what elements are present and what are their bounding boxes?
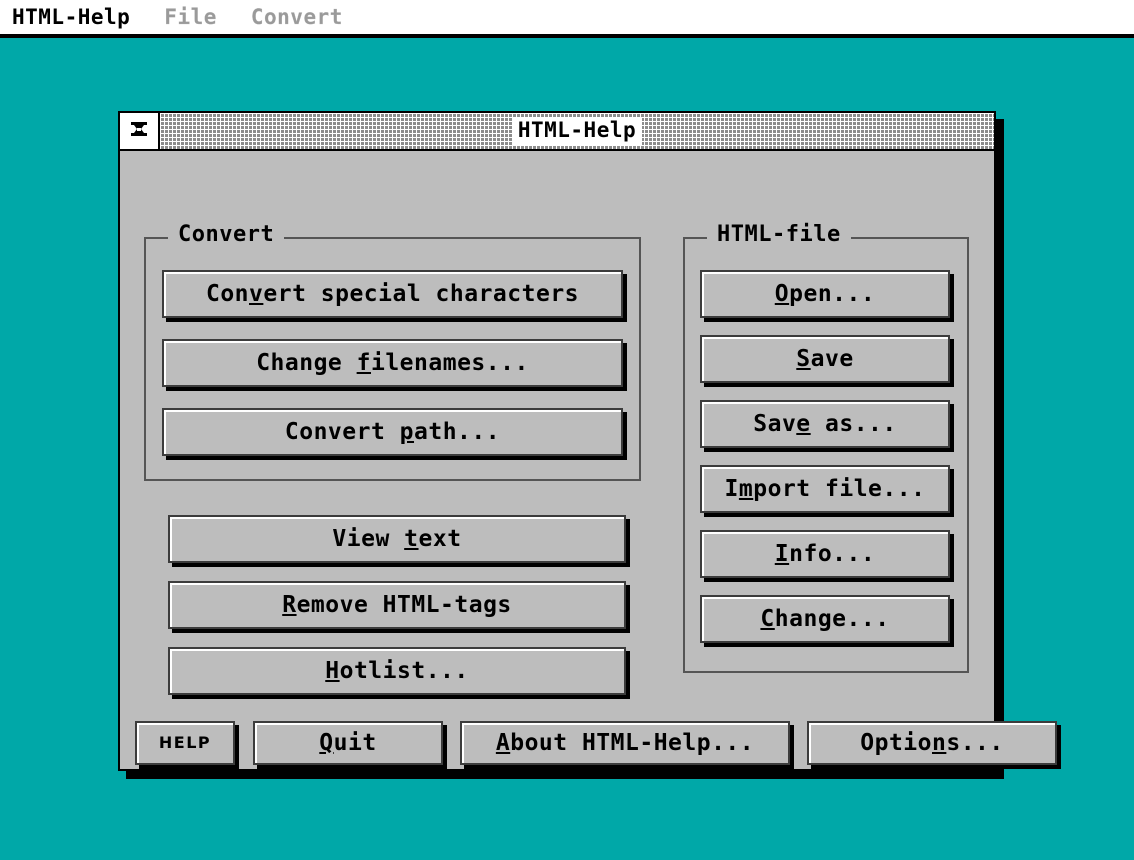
btn-text-pre: Con — [205, 280, 250, 307]
group-html-file-label: HTML-file — [707, 224, 851, 246]
btn-accel: f — [356, 349, 371, 376]
save-as-button[interactable]: Sav e as... — [700, 400, 950, 448]
change-button[interactable]: Change... — [700, 595, 950, 643]
btn-text-post: ext — [418, 525, 462, 552]
btn-text-post: ave — [810, 345, 854, 372]
menu-bar: HTML-Help File Convert — [0, 0, 1134, 34]
btn-accel: O — [774, 280, 790, 307]
btn-accel: A — [495, 729, 511, 756]
btn-text-post: uit — [333, 729, 377, 756]
dialog-title: HTML-Help — [511, 117, 643, 145]
btn-text-pre: Convert — [284, 418, 400, 445]
btn-text-post: emove HTML-tags — [296, 591, 512, 618]
btn-text-pre: View — [332, 525, 405, 552]
convert-path-button[interactable]: Convert p ath... — [162, 408, 623, 456]
btn-accel: I — [774, 540, 790, 567]
help-button-label: HELP — [158, 733, 212, 752]
change-filenames-button[interactable]: Change f ilenames... — [162, 339, 623, 387]
remove-html-tags-button[interactable]: Remove HTML-tags — [168, 581, 626, 629]
help-button[interactable]: HELP — [135, 721, 235, 765]
btn-text-pre: Sav — [753, 410, 797, 437]
options-button[interactable]: Optio n s... — [807, 721, 1057, 765]
btn-accel: t — [404, 525, 419, 552]
btn-text-pre: Optio — [860, 729, 932, 756]
btn-text-post: ilenames... — [370, 349, 529, 376]
quit-button[interactable]: Quit — [253, 721, 443, 765]
btn-text-post: hange... — [774, 605, 890, 632]
btn-text-post: ath... — [414, 418, 501, 445]
btn-accel: n — [932, 729, 947, 756]
group-html-file: HTML-file Open... Save Sav e as... Im port… — [683, 224, 969, 673]
btn-text-post: nfo... — [789, 540, 876, 567]
html-help-dialog: HTML-Help Convert Con v ert special charac… — [118, 111, 1057, 771]
open-button[interactable]: Open... — [700, 270, 950, 318]
btn-text-post: as... — [810, 410, 897, 437]
btn-text-post: otlist... — [339, 657, 469, 684]
btn-accel: S — [796, 345, 811, 372]
menu-item-file[interactable]: File — [164, 6, 217, 28]
dialog-body: Convert Con v ert special characters Chang… — [120, 151, 1057, 769]
btn-text-pre: Change — [256, 349, 357, 376]
dialog-title-strip: HTML-Help — [160, 113, 994, 149]
close-box-button[interactable] — [120, 113, 160, 149]
btn-accel: Q — [319, 729, 334, 756]
hotlist-button[interactable]: Hotlist... — [168, 647, 626, 695]
group-convert-label: Convert — [168, 224, 285, 246]
btn-accel: C — [760, 605, 775, 632]
menu-item-html-help[interactable]: HTML-Help — [12, 6, 130, 28]
btn-accel: R — [282, 591, 297, 618]
convert-special-characters-button[interactable]: Con v ert special characters — [162, 270, 623, 318]
menu-bar-separator — [0, 34, 1134, 38]
menu-item-convert[interactable]: Convert — [251, 6, 343, 28]
info-button[interactable]: Info... — [700, 530, 950, 578]
btn-accel: m — [738, 475, 754, 502]
btn-text-post: pen... — [789, 280, 876, 307]
btn-text-post: bout HTML-Help... — [510, 729, 755, 756]
import-file-button[interactable]: Im port file... — [700, 465, 950, 513]
btn-accel: v — [249, 280, 264, 307]
btn-accel: e — [796, 410, 811, 437]
btn-text-post: ert special characters — [263, 280, 580, 307]
group-convert: Convert Con v ert special characters Chang… — [144, 224, 641, 481]
dialog-title-bar[interactable]: HTML-Help — [120, 113, 994, 151]
save-button[interactable]: Save — [700, 335, 950, 383]
btn-text-post: s... — [946, 729, 1004, 756]
btn-text-post: port file... — [753, 475, 926, 502]
close-box-icon — [131, 122, 147, 136]
btn-accel: H — [325, 657, 340, 684]
btn-text-pre: I — [724, 475, 739, 502]
about-html-help-button[interactable]: About HTML-Help... — [460, 721, 790, 765]
view-text-button[interactable]: View t ext — [168, 515, 626, 563]
btn-accel: p — [399, 418, 415, 445]
